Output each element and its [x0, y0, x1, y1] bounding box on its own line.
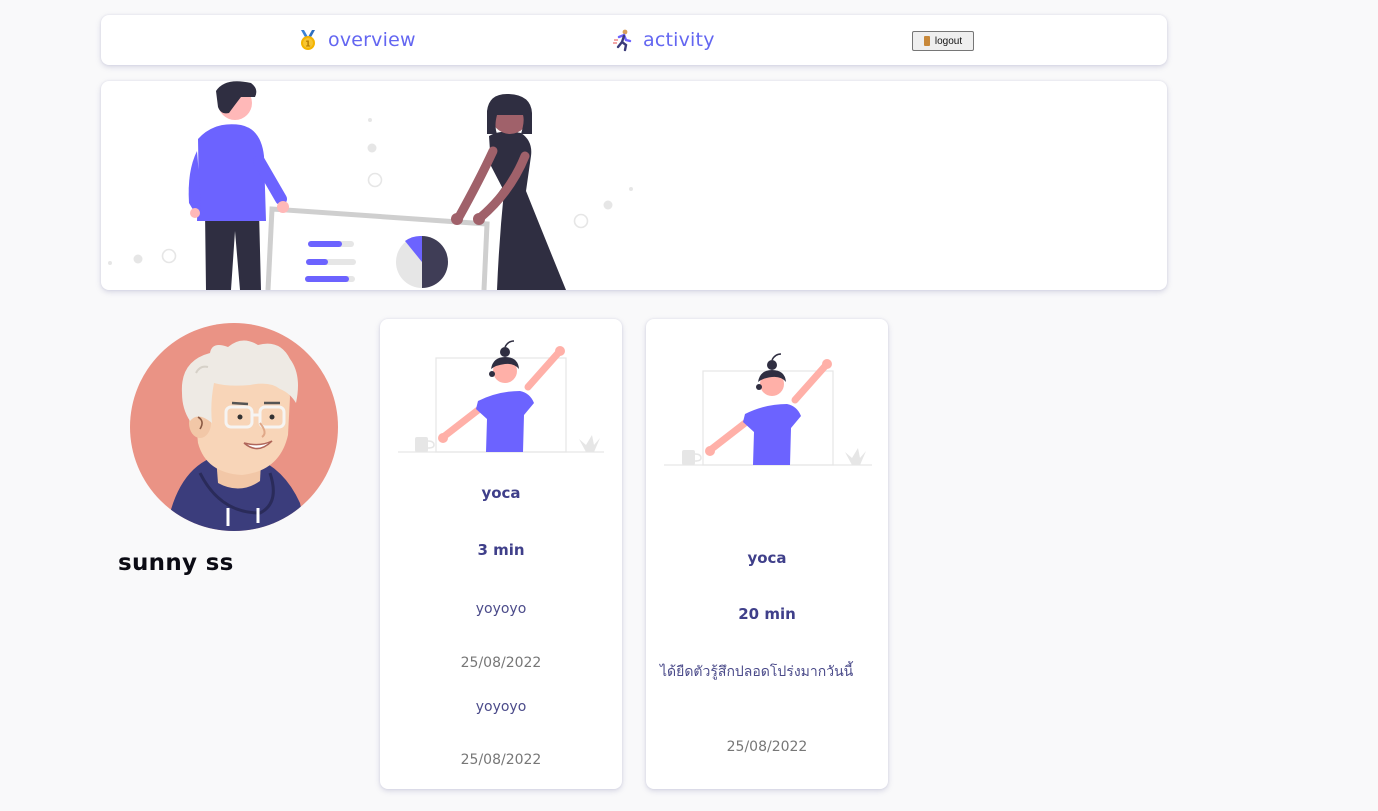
activity-note: yoyoyo	[475, 601, 527, 617]
logout-button[interactable]: logout	[912, 31, 974, 51]
avatar	[130, 323, 338, 531]
nav-overview-link[interactable]: 1 overview	[296, 15, 416, 65]
activity-note: yoyoyo	[475, 699, 527, 715]
activity-card[interactable]: yoca 20 min ได้ยืดตัวรู้สึกปลอดโปร่งมากว…	[646, 319, 888, 789]
running-person-icon	[611, 28, 635, 52]
logout-label: logout	[934, 35, 963, 47]
profile-username: sunny ss	[118, 550, 234, 576]
hero-banner	[101, 81, 1167, 290]
yoga-woman-illustration	[398, 340, 604, 453]
yoga-woman-illustration	[664, 353, 872, 466]
top-navbar: 1 overview activity logout	[101, 15, 1167, 65]
activity-card[interactable]: yoca 3 min yoyoyo 25/08/2022 yoyoyo 25/0…	[380, 319, 622, 789]
avatar-illustration	[162, 340, 306, 531]
activity-title: yoca	[481, 484, 521, 502]
nav-activity-label: activity	[643, 29, 715, 51]
team-presentation-illustration	[108, 81, 633, 290]
activity-date: 25/08/2022	[460, 752, 542, 768]
activity-note: ได้ยืดตัวรู้สึกปลอดโปร่งมากวันนี้	[660, 664, 854, 680]
activity-date: 25/08/2022	[460, 655, 542, 671]
activity-duration: 20 min	[738, 605, 796, 623]
activity-date: 25/08/2022	[726, 739, 808, 755]
door-icon	[923, 36, 930, 46]
nav-activity-link[interactable]: activity	[611, 15, 715, 65]
activity-duration: 3 min	[477, 541, 525, 559]
svg-text:1: 1	[305, 40, 311, 49]
medal-icon: 1	[296, 28, 320, 52]
nav-overview-label: overview	[328, 29, 416, 51]
activity-title: yoca	[747, 549, 787, 567]
